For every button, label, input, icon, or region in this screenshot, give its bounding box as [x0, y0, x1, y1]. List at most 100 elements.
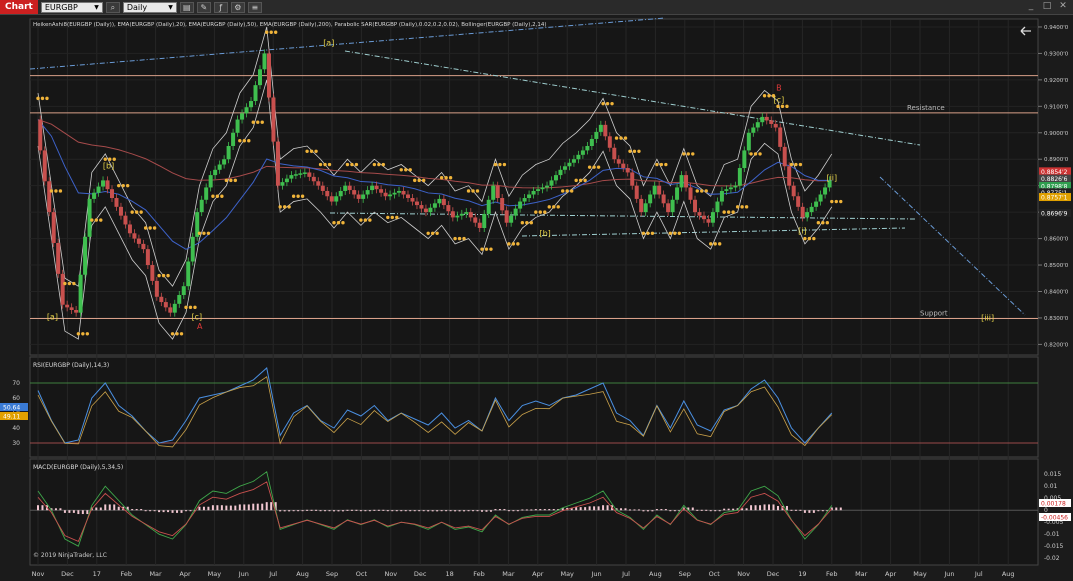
- sar-dot: [798, 162, 803, 167]
- candle: [307, 172, 312, 177]
- sar-dot: [587, 165, 592, 169]
- candle: [549, 180, 554, 186]
- candle: [594, 131, 599, 139]
- candle: [186, 261, 191, 287]
- sar-dot: [780, 104, 785, 109]
- sar-dot: [623, 136, 628, 140]
- macd-histogram-bar: [539, 509, 542, 511]
- candle: [65, 304, 70, 308]
- y-tick-label: 0.9400'0: [1044, 25, 1069, 31]
- candle: [737, 168, 742, 186]
- candle: [92, 192, 97, 199]
- chevron-down-icon: ▼: [168, 3, 173, 11]
- sar-dot: [807, 236, 812, 241]
- candle: [616, 159, 621, 164]
- sar-dot: [359, 218, 363, 222]
- macd-histogram-bar: [319, 510, 322, 512]
- sar-dot: [54, 189, 58, 193]
- candle: [190, 236, 195, 262]
- sar-dot: [767, 94, 771, 98]
- minimize-icon[interactable]: _: [1025, 1, 1037, 12]
- macd-histogram-bar: [628, 509, 631, 511]
- sar-dot: [776, 104, 780, 109]
- sar-dot: [493, 162, 498, 167]
- sar-dot: [327, 162, 332, 167]
- macd-histogram-bar: [700, 509, 703, 511]
- chart-area[interactable]: Nov Dec 17 Feb Mar Apr May Jun Jul Aug Sep Oct Nov De…: [0, 15, 1073, 581]
- candle: [289, 175, 294, 179]
- price-panel[interactable]: [29, 18, 1039, 356]
- macd-histogram-bar: [579, 507, 582, 511]
- candle: [679, 175, 684, 188]
- sar-dot: [789, 162, 794, 167]
- candle: [527, 194, 532, 199]
- macd-histogram-bar: [602, 505, 605, 511]
- candle: [446, 205, 451, 212]
- y-tick-label: 0.8500'0: [1044, 263, 1069, 269]
- macd-histogram-bar: [799, 509, 802, 511]
- macd-histogram-bar: [198, 506, 201, 511]
- candle: [361, 194, 366, 199]
- sar-dot: [345, 162, 350, 167]
- candle: [280, 182, 285, 186]
- macd-histogram-bar: [265, 502, 268, 511]
- candle: [639, 198, 644, 213]
- search-icon[interactable]: ⌕: [105, 1, 120, 13]
- wave-label: [i]: [798, 226, 806, 235]
- macd-histogram-bar: [606, 505, 609, 511]
- sar-dot: [363, 218, 368, 222]
- rsi-tick-label: 30: [12, 440, 20, 447]
- sar-dot: [726, 210, 731, 214]
- macd-histogram-bar: [144, 510, 147, 512]
- macd-histogram-bar: [292, 510, 295, 512]
- sar-dot: [179, 332, 184, 336]
- x-tick-label: Feb: [120, 570, 132, 578]
- sar-dot: [502, 162, 507, 167]
- candle: [423, 208, 428, 213]
- sar-dot: [717, 242, 722, 246]
- macd-histogram-bar: [534, 509, 537, 511]
- y-tick-label: 0.8600'0: [1044, 237, 1069, 243]
- candle: [441, 198, 446, 206]
- close-icon[interactable]: ✕: [1057, 1, 1069, 12]
- macd-histogram-bar: [54, 508, 57, 511]
- candle: [109, 189, 114, 199]
- x-tick-label: Oct: [356, 570, 368, 578]
- chart-tab[interactable]: Chart: [0, 0, 38, 14]
- macd-histogram-bar: [436, 510, 439, 512]
- candle: [773, 123, 778, 128]
- sar-dot: [229, 178, 233, 183]
- macd-histogram-bar: [68, 510, 71, 513]
- candle: [392, 192, 397, 195]
- x-tick-label: Nov: [32, 570, 45, 578]
- bar-type-icon[interactable]: ▤: [179, 1, 194, 13]
- drawing-tools-icon[interactable]: ✎: [196, 1, 211, 13]
- macd-histogram-bar: [705, 509, 708, 511]
- macd-histogram-bar: [104, 504, 107, 511]
- candle: [204, 187, 209, 200]
- macd-histogram-bar: [211, 505, 214, 511]
- candle: [522, 198, 527, 202]
- indicators-icon[interactable]: ƒ: [213, 1, 228, 13]
- macd-histogram-bar: [315, 509, 318, 511]
- strategies-icon[interactable]: ⚙: [230, 1, 245, 13]
- maximize-icon[interactable]: □: [1041, 1, 1053, 12]
- sar-dot: [341, 221, 345, 225]
- interval-select[interactable]: Daily ▼: [122, 1, 177, 13]
- sar-dot: [305, 149, 309, 153]
- candle: [518, 201, 523, 209]
- candle: [746, 132, 751, 151]
- properties-icon[interactable]: ≡: [247, 1, 262, 13]
- sar-dot: [72, 281, 76, 286]
- candle: [159, 296, 164, 303]
- x-tick-label: Feb: [473, 570, 485, 578]
- instrument-select[interactable]: EURGBP ▼: [40, 1, 103, 13]
- macd-histogram-bar: [234, 505, 237, 511]
- sar-dot: [117, 183, 121, 188]
- sar-dot: [677, 231, 682, 235]
- candle: [437, 198, 442, 204]
- rsi-panel[interactable]: [29, 356, 1039, 458]
- candle: [477, 222, 482, 228]
- candle: [769, 120, 774, 124]
- sar-dot: [188, 305, 193, 310]
